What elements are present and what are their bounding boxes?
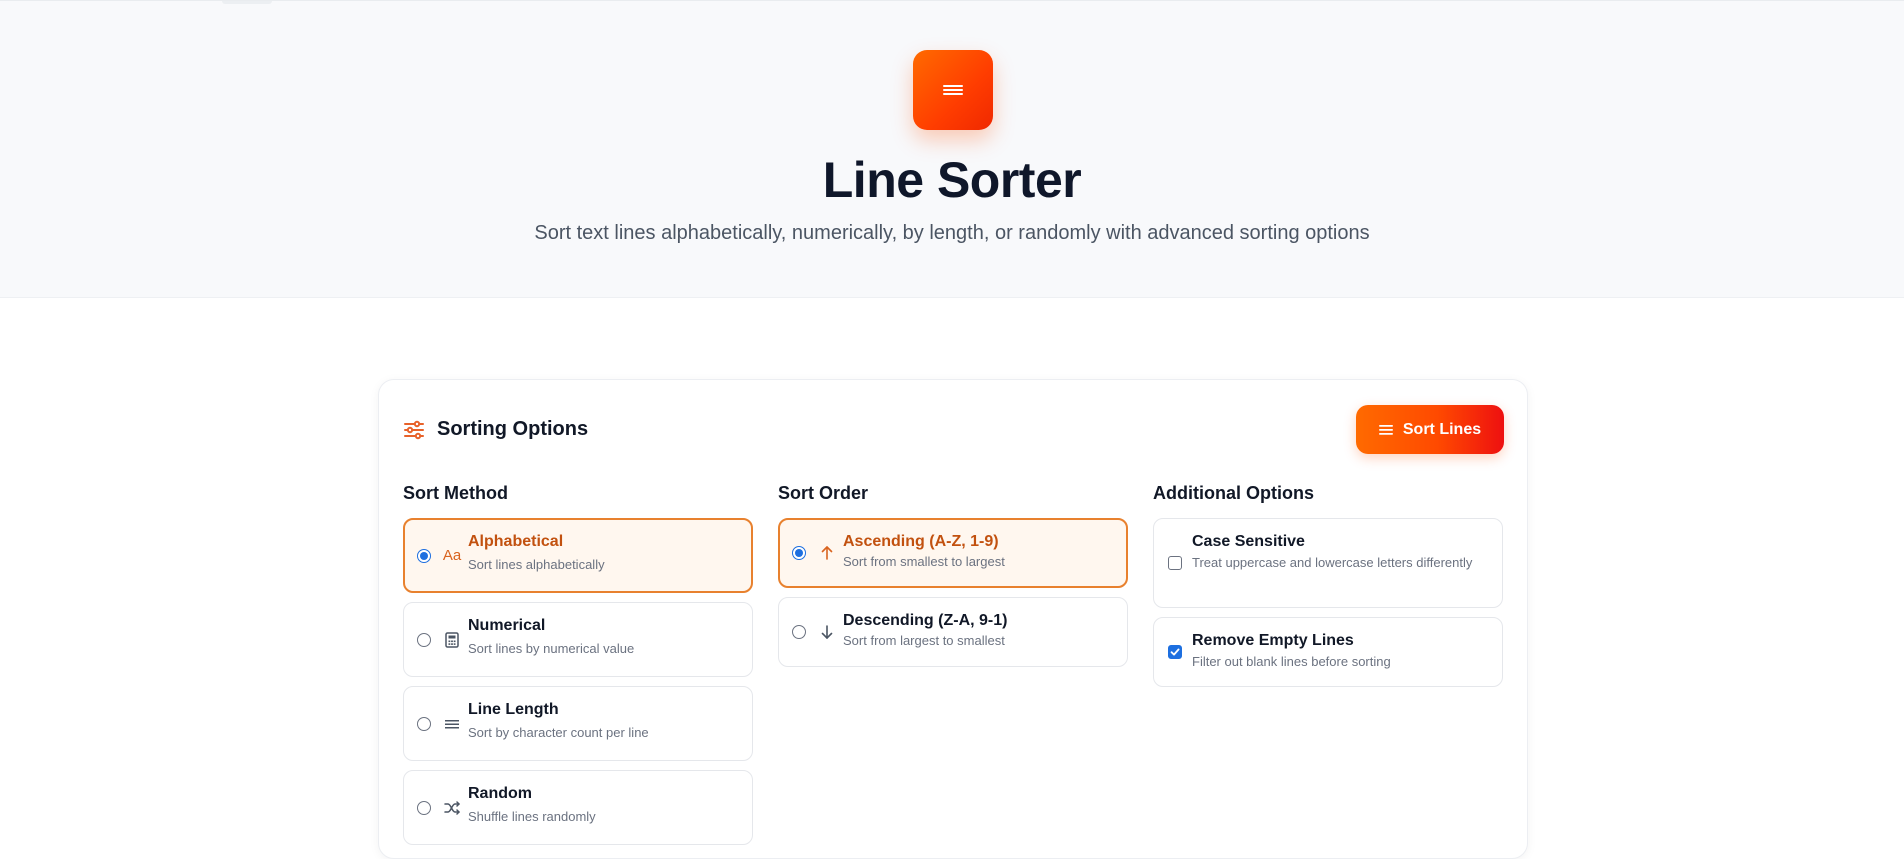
shuffle-icon <box>442 798 462 818</box>
sort-lines-button-label: Sort Lines <box>1402 420 1482 438</box>
sliders-icon <box>404 420 424 439</box>
option-description: Sort lines by numerical value <box>468 641 635 656</box>
sort-order-heading: Sort Order <box>778 483 869 503</box>
option-remove-empty-lines[interactable]: Remove Empty Lines Filter out blank line… <box>1153 617 1503 687</box>
card-header: Sorting Options <box>403 418 588 441</box>
additional-options-group: Additional Options Case Sensitive Treat … <box>1153 483 1503 696</box>
lines-icon <box>1378 424 1393 435</box>
option-title: Descending (Z-A, 9-1) <box>843 612 1008 629</box>
additional-options-heading: Additional Options <box>1153 483 1314 503</box>
sort-lines-button[interactable]: Sort Lines <box>1356 405 1504 454</box>
option-title: Line Length <box>468 701 559 718</box>
sort-method-numerical[interactable]: Numerical Sort lines by numerical value <box>403 602 753 677</box>
radio-ascending[interactable] <box>792 546 806 560</box>
sort-method-heading: Sort Method <box>403 483 508 503</box>
calculator-icon <box>442 630 462 650</box>
page-subtitle: Sort text lines alphabetically, numerica… <box>534 222 1370 244</box>
top-edge-mark <box>222 1 272 4</box>
lines-icon <box>442 714 462 734</box>
option-description: Sort from largest to smallest <box>843 633 1005 648</box>
option-title: Remove Empty Lines <box>1192 632 1354 649</box>
radio-random[interactable] <box>417 800 431 815</box>
sort-method-random[interactable]: Random Shuffle lines randomly <box>403 770 753 845</box>
option-title: Numerical <box>468 617 546 634</box>
arrow-down-icon <box>817 622 837 642</box>
checkmark-icon <box>1170 648 1180 656</box>
radio-descending[interactable] <box>792 625 806 639</box>
sort-order-group: Sort Order Ascending (A-Z, 1-9) Sort fro… <box>778 483 1128 676</box>
radio-numerical[interactable] <box>417 632 431 647</box>
sort-method-alphabetical[interactable]: Aa Alphabetical Sort lines alphabeticall… <box>403 518 753 593</box>
sort-order-ascending[interactable]: Ascending (A-Z, 1-9) Sort from smallest … <box>778 518 1128 588</box>
option-description: Shuffle lines randomly <box>468 809 596 824</box>
radio-line-length[interactable] <box>417 716 431 731</box>
sort-method-line-length[interactable]: Line Length Sort by character count per … <box>403 686 753 761</box>
option-title: Ascending (A-Z, 1-9) <box>843 533 999 550</box>
page-title: Line Sorter <box>822 152 1082 208</box>
option-description: Filter out blank lines before sorting <box>1192 654 1391 669</box>
case-sensitive-checkbox[interactable] <box>1168 556 1182 570</box>
option-case-sensitive[interactable]: Case Sensitive Treat uppercase and lower… <box>1153 518 1503 608</box>
arrow-up-icon <box>817 543 837 563</box>
app-logo <box>913 50 993 130</box>
option-title: Case Sensitive <box>1192 533 1305 550</box>
option-description: Sort by character count per line <box>468 725 649 740</box>
option-title: Random <box>468 785 532 802</box>
card-title: Sorting Options <box>437 418 589 440</box>
option-description: Treat uppercase and lowercase letters di… <box>1192 555 1473 570</box>
radio-alphabetical[interactable] <box>417 548 431 563</box>
option-description: Sort lines alphabetically <box>468 557 605 572</box>
option-title: Alphabetical <box>468 533 564 550</box>
remove-empty-lines-checkbox[interactable] <box>1168 645 1182 659</box>
lines-icon <box>943 85 963 95</box>
sorting-options-card: Sorting Options Sort Lines Sort Method A… <box>378 379 1528 859</box>
sort-method-group: Sort Method Aa Alphabetical Sort lines a… <box>403 483 753 854</box>
sort-order-descending[interactable]: Descending (Z-A, 9-1) Sort from largest … <box>778 597 1128 667</box>
option-description: Sort from smallest to largest <box>843 554 1005 569</box>
hero-section: Line Sorter Sort text lines alphabetical… <box>0 0 1904 298</box>
alphabet-icon: Aa <box>442 547 462 564</box>
